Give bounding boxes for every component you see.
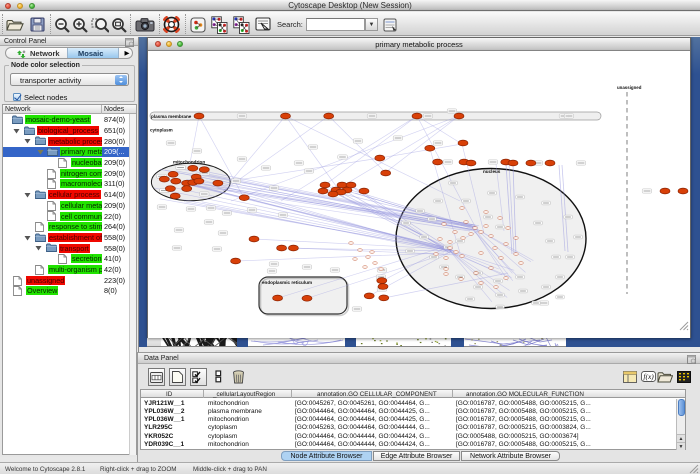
svg-text:plasma membrane: plasma membrane — [151, 114, 192, 119]
svg-text:nucleus: nucleus — [483, 169, 501, 174]
svg-text:endoplasmic reticulum: endoplasmic reticulum — [262, 280, 312, 285]
svg-text:f(x): f(x) — [643, 372, 654, 381]
svg-text:mitochondrion: mitochondrion — [173, 160, 205, 165]
svg-text:cytoplasm: cytoplasm — [150, 128, 173, 133]
svg-text:unassigned: unassigned — [617, 85, 642, 90]
